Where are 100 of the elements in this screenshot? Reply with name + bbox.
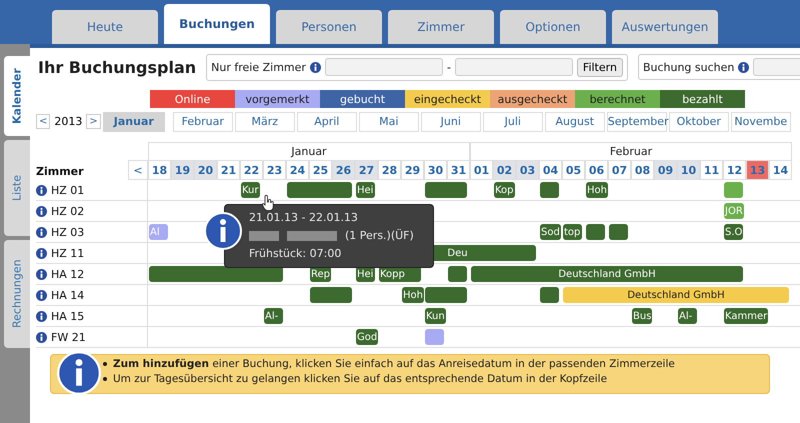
day-header[interactable]: 21 — [217, 160, 240, 180]
date-to-field[interactable] — [454, 58, 573, 76]
status-legend-item: Online — [150, 90, 235, 108]
room-name: HZ 03 — [51, 226, 84, 238]
day-header[interactable]: 30 — [424, 160, 447, 180]
side-tab[interactable]: Liste — [4, 140, 30, 236]
day-header[interactable]: 01 — [470, 160, 493, 180]
day-header[interactable]: 03 — [516, 160, 539, 180]
booking-bar[interactable]: Kammer — [724, 308, 768, 324]
day-header[interactable]: 20 — [194, 160, 217, 180]
day-header[interactable]: 29 — [401, 160, 424, 180]
day-header[interactable]: 23 — [263, 160, 286, 180]
day-header[interactable]: 07 — [608, 160, 631, 180]
day-header[interactable]: 18 — [148, 160, 171, 180]
room-name: HZ 11 — [51, 246, 84, 260]
day-header[interactable]: 28 — [378, 160, 401, 180]
room-name: HZ 02 — [51, 204, 84, 218]
status-legend-item: eingecheckt — [405, 90, 490, 108]
month-tab[interactable]: April — [296, 112, 357, 132]
month-tab[interactable]: August — [544, 112, 605, 132]
day-header[interactable]: 11 — [700, 160, 723, 180]
nav-tab[interactable]: Heute — [52, 10, 158, 44]
booking-bar[interactable] — [448, 266, 467, 282]
day-header[interactable]: 14 — [769, 160, 792, 180]
month-tab[interactable]: Januar — [102, 112, 165, 132]
day-header[interactable]: 06 — [585, 160, 608, 180]
room-name: FW 21 — [51, 330, 86, 344]
month-tab[interactable]: Juli — [482, 112, 543, 132]
nav-tab[interactable]: Personen — [276, 10, 382, 44]
info-icon — [738, 62, 750, 72]
booking-bar[interactable]: Kop — [494, 182, 515, 198]
month-tab[interactable]: Novembe — [730, 112, 791, 132]
nav-tab[interactable]: Optionen — [500, 10, 606, 44]
info-icon — [36, 268, 47, 280]
room-name: HA 12 — [51, 268, 84, 280]
nav-tab[interactable]: Auswertungen — [612, 10, 718, 44]
day-header[interactable]: 25 — [309, 160, 332, 180]
day-header[interactable]: 04 — [539, 160, 562, 180]
prev-year-button[interactable]: < — [36, 114, 50, 129]
info-icon — [204, 212, 242, 250]
booking-bar[interactable]: Hoh — [586, 182, 608, 198]
day-header[interactable]: 27 — [355, 160, 378, 180]
booking-bar[interactable] — [540, 287, 559, 303]
room-column-header: Zimmer — [36, 165, 85, 180]
month-tab[interactable]: Mai — [358, 112, 419, 132]
day-header[interactable]: 10 — [677, 160, 700, 180]
room-name: HZ 01 — [51, 184, 84, 196]
day-header[interactable]: 24 — [286, 160, 309, 180]
booking-bar[interactable] — [609, 224, 628, 240]
booking-bar[interactable]: Hoh — [402, 287, 424, 303]
booking-bar[interactable]: Deutschland GmbH — [471, 266, 743, 282]
date-separator: - — [446, 60, 451, 74]
info-icon — [36, 332, 47, 342]
status-legend-item: vorgemerkt — [235, 90, 320, 108]
day-header[interactable]: 08 — [631, 160, 654, 180]
date-from-field[interactable] — [324, 58, 443, 76]
page-title: Ihr Buchungsplan — [38, 58, 196, 76]
next-year-button[interactable]: > — [86, 114, 101, 129]
booking-bar[interactable] — [425, 329, 444, 345]
bullet-icon — [103, 362, 107, 366]
booking-bar[interactable]: Bus — [632, 308, 652, 324]
booking-bar[interactable] — [149, 266, 283, 282]
booking-bar[interactable]: S.O — [724, 224, 744, 240]
info-icon — [310, 62, 321, 72]
day-header[interactable]: 22 — [240, 160, 263, 180]
booking-bar[interactable]: Al- — [678, 308, 697, 324]
booking-bar[interactable] — [540, 182, 559, 198]
booking-bar[interactable]: top — [563, 224, 582, 240]
booking-bar[interactable]: Al- — [264, 308, 283, 324]
month-tab[interactable]: Februar — [172, 112, 233, 132]
day-header[interactable]: 09 — [654, 160, 677, 180]
info-icon — [36, 310, 47, 322]
day-header[interactable]: 19 — [171, 160, 194, 180]
month-tab[interactable]: März — [234, 112, 295, 132]
day-header[interactable]: 26 — [332, 160, 355, 180]
room-name: HA 14 — [51, 288, 84, 302]
side-tab[interactable]: Rechnungen — [4, 240, 30, 348]
bullet-icon — [103, 377, 107, 381]
month-tab[interactable]: Oktober — [668, 112, 729, 132]
day-header[interactable]: 05 — [562, 160, 585, 180]
booking-bar[interactable]: Kun — [425, 308, 446, 324]
filter-button[interactable]: Filtern — [576, 58, 623, 76]
day-header[interactable]: 02 — [493, 160, 516, 180]
side-tab[interactable]: Kalender — [4, 56, 30, 136]
month-tab[interactable]: Juni — [420, 112, 481, 132]
booking-bar[interactable]: Hei — [356, 182, 375, 198]
day-header[interactable]: 31 — [447, 160, 470, 180]
day-header[interactable]: 12 — [723, 160, 746, 180]
booking-bar[interactable]: Sod — [540, 224, 561, 240]
booking-bar[interactable] — [586, 224, 605, 240]
status-legend-item: bezahlt — [660, 90, 745, 108]
booking-bar[interactable] — [724, 182, 743, 198]
redacted-block — [287, 230, 337, 240]
prev-days-button[interactable]: < — [128, 160, 148, 180]
booking-bar[interactable]: God — [356, 329, 378, 345]
nav-tab[interactable]: Zimmer — [388, 10, 494, 44]
nav-tab[interactable]: Buchungen — [164, 4, 270, 44]
booking-bar[interactable]: Kur — [241, 182, 260, 198]
month-tab[interactable]: September — [606, 112, 667, 132]
booking-bar[interactable]: Deutschland GmbH — [563, 287, 789, 303]
